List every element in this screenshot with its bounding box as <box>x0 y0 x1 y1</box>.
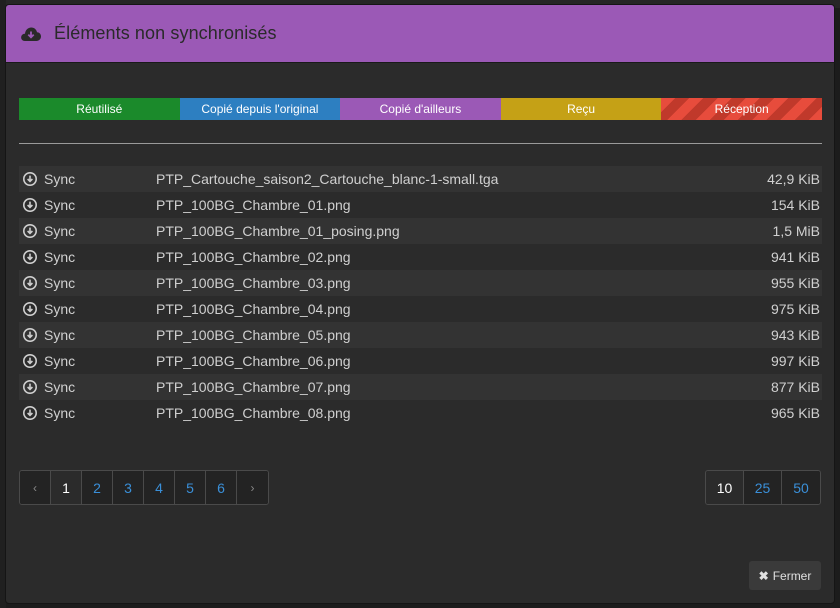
table-row: Sync PTP_100BG_Chambre_01_posing.png 1,5 M… <box>19 218 822 244</box>
download-circle-icon <box>23 328 37 342</box>
item-status: Sync <box>44 275 76 291</box>
pagination-page-6[interactable]: 6 <box>206 471 237 504</box>
table-row: Sync PTP_Cartouche_saison2_Cartouche_blan… <box>19 166 822 192</box>
download-circle-icon <box>23 224 37 238</box>
table-row: Sync PTP_100BG_Chambre_05.png 943 KiB <box>19 322 822 348</box>
item-status: Sync <box>44 197 76 213</box>
status-legend: Réutilisé Copié depuis l'original Copié … <box>19 98 822 120</box>
pagination-page-2[interactable]: 2 <box>82 471 113 504</box>
item-filename: PTP_100BG_Chambre_01_posing.png <box>156 223 400 239</box>
cloud-download-icon <box>20 26 42 42</box>
divider <box>19 143 822 144</box>
modal-title: Éléments non synchronisés <box>54 23 277 43</box>
pagination-page-1[interactable]: 1 <box>51 471 82 504</box>
modal-header: Éléments non synchronisés <box>6 5 834 63</box>
pagination-next-button[interactable]: › <box>237 471 268 504</box>
item-filename: PTP_100BG_Chambre_01.png <box>156 197 351 213</box>
download-circle-icon <box>23 250 37 264</box>
close-button-label: Fermer <box>772 568 812 583</box>
table-row: Sync PTP_100BG_Chambre_06.png 997 KiB <box>19 348 822 374</box>
page-size-selector: 10 25 50 <box>705 470 821 505</box>
table-row: Sync PTP_100BG_Chambre_01.png 154 KiB <box>19 192 822 218</box>
table-row: Sync PTP_100BG_Chambre_04.png 975 KiB <box>19 296 822 322</box>
item-size: 1,5 MiB <box>772 223 820 239</box>
item-status: Sync <box>44 249 76 265</box>
item-status: Sync <box>44 301 76 317</box>
table-row: Sync PTP_100BG_Chambre_02.png 941 KiB <box>19 244 822 270</box>
pagination-prev-button[interactable]: ‹ <box>20 471 51 504</box>
item-status: Sync <box>44 353 76 369</box>
download-circle-icon <box>23 302 37 316</box>
item-size: 943 KiB <box>770 327 820 343</box>
item-status: Sync <box>44 327 76 343</box>
download-circle-icon <box>23 198 37 212</box>
download-circle-icon <box>23 380 37 394</box>
unsynced-items-table: Sync PTP_Cartouche_saison2_Cartouche_blan… <box>19 166 822 426</box>
download-circle-icon <box>23 172 37 186</box>
download-circle-icon <box>23 406 37 420</box>
item-filename: PTP_100BG_Chambre_08.png <box>156 405 351 421</box>
page-size-50[interactable]: 50 <box>782 471 820 504</box>
item-status: Sync <box>44 223 76 239</box>
download-circle-icon <box>23 354 37 368</box>
download-circle-icon <box>23 276 37 290</box>
pagination-page-4[interactable]: 4 <box>144 471 175 504</box>
item-size: 975 KiB <box>770 301 820 317</box>
item-size: 877 KiB <box>770 379 820 395</box>
table-row: Sync PTP_100BG_Chambre_03.png 955 KiB <box>19 270 822 296</box>
legend-copied-elsewhere: Copié d'ailleurs <box>340 98 501 120</box>
pagination: ‹ 1 2 3 4 5 6 › <box>19 470 269 505</box>
legend-copied-from-original: Copié depuis l'original <box>179 98 341 120</box>
table-row: Sync PTP_100BG_Chambre_08.png 965 KiB <box>19 400 822 426</box>
item-status: Sync <box>44 379 76 395</box>
item-filename: PTP_100BG_Chambre_04.png <box>156 301 351 317</box>
legend-receiving: Réception <box>661 98 822 120</box>
item-filename: PTP_100BG_Chambre_07.png <box>156 379 351 395</box>
close-icon: ✖ <box>758 568 769 583</box>
item-status: Sync <box>44 171 76 187</box>
pagination-page-5[interactable]: 5 <box>175 471 206 504</box>
table-row: Sync PTP_100BG_Chambre_07.png 877 KiB <box>19 374 822 400</box>
item-size: 965 KiB <box>770 405 820 421</box>
pagination-page-3[interactable]: 3 <box>113 471 144 504</box>
item-size: 42,9 KiB <box>767 171 820 187</box>
close-button[interactable]: ✖ Fermer <box>749 561 821 590</box>
item-filename: PTP_100BG_Chambre_03.png <box>156 275 351 291</box>
item-size: 154 KiB <box>770 197 820 213</box>
unsynced-items-modal: Éléments non synchronisés Réutilisé Copi… <box>5 4 835 604</box>
page-size-25[interactable]: 25 <box>744 471 782 504</box>
item-size: 955 KiB <box>770 275 820 291</box>
legend-received: Reçu <box>500 98 662 120</box>
legend-reused: Réutilisé <box>19 98 180 120</box>
item-filename: PTP_Cartouche_saison2_Cartouche_blanc-1-… <box>156 171 499 187</box>
item-filename: PTP_100BG_Chambre_02.png <box>156 249 351 265</box>
item-size: 997 KiB <box>770 353 820 369</box>
item-size: 941 KiB <box>770 249 820 265</box>
item-filename: PTP_100BG_Chambre_06.png <box>156 353 351 369</box>
item-filename: PTP_100BG_Chambre_05.png <box>156 327 351 343</box>
page-size-10[interactable]: 10 <box>706 471 744 504</box>
item-status: Sync <box>44 405 76 421</box>
